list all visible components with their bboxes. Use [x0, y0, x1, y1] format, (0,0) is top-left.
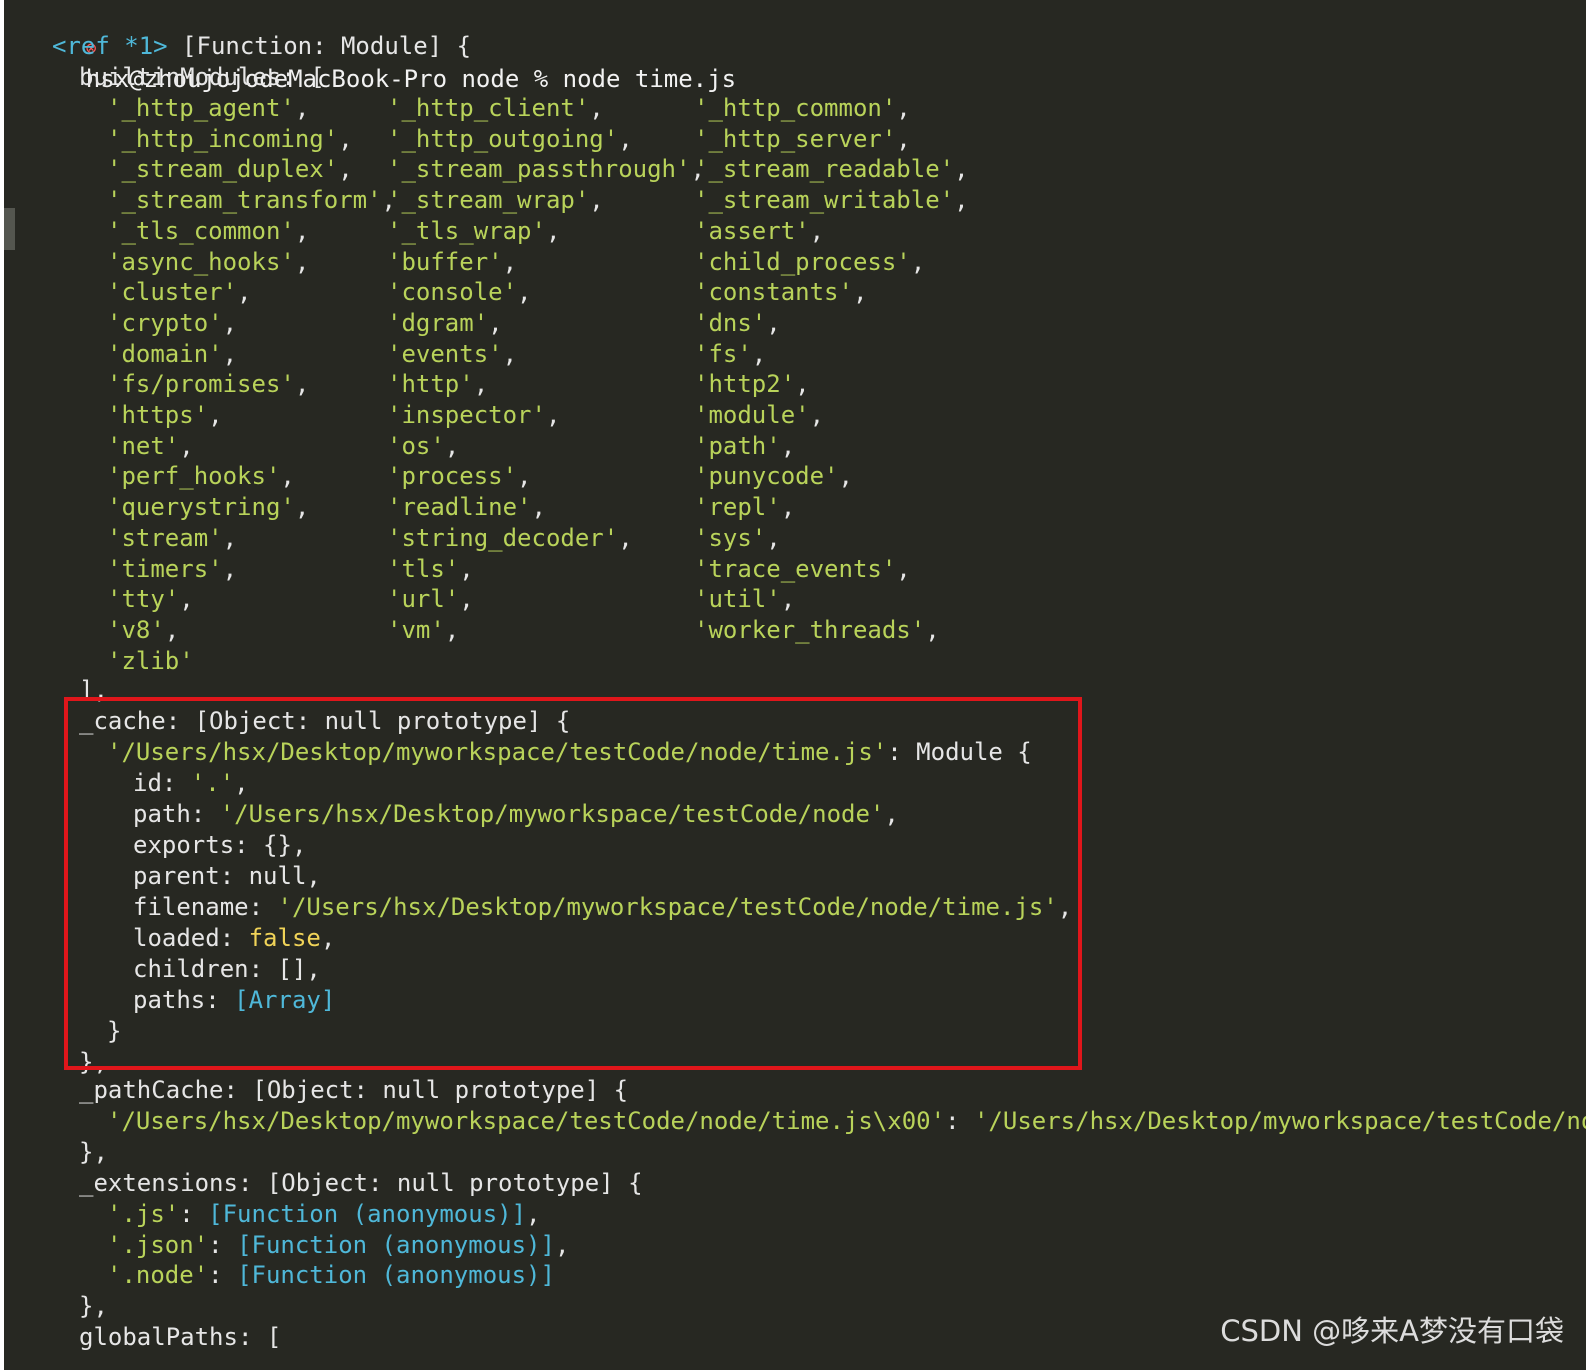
- path-cache-close: },: [79, 1138, 108, 1166]
- builtin-module-item: 'sys',: [694, 524, 781, 552]
- builtin-module-item: 'v8',: [107, 616, 180, 644]
- builtin-module-item: 'cluster',: [107, 278, 252, 306]
- extension-value: [Function (anonymous)]: [208, 1200, 527, 1228]
- cache-highlight-box: [64, 697, 1082, 1070]
- extension-colon: :: [208, 1231, 238, 1259]
- builtin-module-item: 'https',: [107, 401, 223, 429]
- global-paths-open: globalPaths: [: [79, 1323, 282, 1351]
- extension-entry: '.js': [Function (anonymous)],: [107, 1199, 541, 1230]
- builtin-module-item: 'punycode',: [694, 462, 853, 490]
- extensions-open: _extensions: [Object: null prototype] {: [79, 1169, 643, 1197]
- builtin-module-item: 'console',: [387, 278, 532, 306]
- builtin-module-item: 'dns',: [694, 309, 781, 337]
- builtin-module-item: '_http_client',: [387, 94, 604, 122]
- builtin-module-item: 'assert',: [694, 217, 825, 245]
- builtin-module-item: 'net',: [107, 432, 194, 460]
- builtin-module-item: 'domain',: [107, 340, 238, 368]
- path-cache-key: '/Users/hsx/Desktop/myworkspace/testCode…: [107, 1107, 946, 1135]
- builtin-module-item: 'path',: [694, 432, 796, 460]
- extension-entry: '.node': [Function (anonymous)]: [107, 1260, 555, 1291]
- builtin-module-item: 'async_hooks',: [107, 248, 310, 276]
- builtin-module-item: 'http',: [387, 370, 489, 398]
- builtin-module-item: 'http2',: [694, 370, 810, 398]
- builtin-module-item: 'querystring',: [107, 493, 310, 521]
- builtin-module-item: 'stream',: [107, 524, 238, 552]
- extension-key: '.json': [107, 1231, 209, 1259]
- builtin-module-item: 'fs',: [694, 340, 767, 368]
- extension-colon: :: [179, 1200, 209, 1228]
- module-header: <ref *1> [Function: Module] {: [52, 31, 471, 62]
- builtin-module-item: 'events',: [387, 340, 518, 368]
- builtin-module-item: '_http_server',: [694, 125, 911, 153]
- builtin-module-item: 'process',: [387, 462, 532, 490]
- path-cache-open: _pathCache: [Object: null prototype] {: [79, 1076, 629, 1104]
- builtin-module-item: '_tls_wrap',: [387, 217, 561, 245]
- terminal-window[interactable]: ⊗ hsx@zhoujojodeMacBook-Pro node % node …: [4, 0, 1586, 1370]
- builtin-module-item: '_http_outgoing',: [387, 125, 633, 153]
- builtin-module-item: '_tls_common',: [107, 217, 310, 245]
- extension-tail: ,: [526, 1200, 541, 1228]
- prompt-line: ⊗ hsx@zhoujojodeMacBook-Pro node % node …: [28, 0, 736, 93]
- scroll-marker: [4, 208, 15, 250]
- builtin-module-item: 'string_decoder',: [387, 524, 633, 552]
- builtin-module-item: 'timers',: [107, 555, 238, 583]
- path-cache-value: '/Users/hsx/Desktop/myworkspace/testCode…: [973, 1107, 1586, 1135]
- path-cache-entry: '/Users/hsx/Desktop/myworkspace/testCode…: [107, 1106, 1586, 1137]
- builtin-module-item: '_stream_readable',: [694, 155, 969, 183]
- builtin-module-item: 'crypto',: [107, 309, 238, 337]
- extension-value: [Function (anonymous)]: [237, 1231, 555, 1259]
- builtin-module-item: '_stream_passthrough',: [387, 155, 705, 183]
- module-header-text: [Function: Module] {: [167, 32, 472, 60]
- builtin-module-item: 'fs/promises',: [107, 370, 310, 398]
- builtin-module-item: '_stream_writable',: [694, 186, 969, 214]
- builtin-module-item: 'module',: [694, 401, 825, 429]
- builtin-module-item: '_http_incoming',: [107, 125, 353, 153]
- builtin-module-item: '_stream_wrap',: [387, 186, 604, 214]
- builtin-module-item: 'tls',: [387, 555, 474, 583]
- builtin-module-item: 'dgram',: [387, 309, 503, 337]
- csdn-watermark: CSDN @哆来A梦没有口袋: [1220, 1314, 1564, 1348]
- extension-key: '.node': [107, 1261, 209, 1289]
- builtin-module-item: 'worker_threads',: [694, 616, 940, 644]
- builtin-module-item: 'util',: [694, 585, 796, 613]
- extension-value: [Function (anonymous)]: [237, 1261, 555, 1289]
- builtin-module-item: 'inspector',: [387, 401, 561, 429]
- builtin-module-item: '_http_agent',: [107, 94, 310, 122]
- builtin-module-item: 'readline',: [387, 493, 546, 521]
- extension-tail: ,: [554, 1231, 570, 1259]
- builtin-module-item: 'zlib': [107, 647, 194, 675]
- builtin-module-item: '_stream_duplex',: [107, 155, 353, 183]
- builtin-module-item: '_http_common',: [694, 94, 911, 122]
- extension-entry: '.json': [Function (anonymous)],: [107, 1230, 569, 1261]
- extensions-close: },: [79, 1292, 108, 1320]
- builtin-module-item: 'perf_hooks',: [107, 462, 295, 490]
- builtin-module-item: 'constants',: [694, 278, 868, 306]
- builtin-module-item: 'os',: [387, 432, 460, 460]
- path-cache-sep: :: [945, 1107, 974, 1135]
- builtin-module-item: '_stream_transform',: [107, 186, 396, 214]
- extension-key: '.js': [107, 1200, 180, 1228]
- builtin-module-item: 'repl',: [694, 493, 796, 521]
- builtin-module-item: 'buffer',: [387, 248, 518, 276]
- builtin-module-item: 'vm',: [387, 616, 460, 644]
- builtin-module-item: 'tty',: [107, 585, 194, 613]
- builtin-module-item: 'trace_events',: [694, 555, 911, 583]
- builtin-module-item: 'child_process',: [694, 248, 926, 276]
- ref-tag: <ref *1>: [52, 32, 168, 60]
- builtin-module-item: 'url',: [387, 585, 474, 613]
- builtin-modules-open: builtinModules: [: [79, 63, 325, 91]
- extension-colon: :: [208, 1261, 238, 1289]
